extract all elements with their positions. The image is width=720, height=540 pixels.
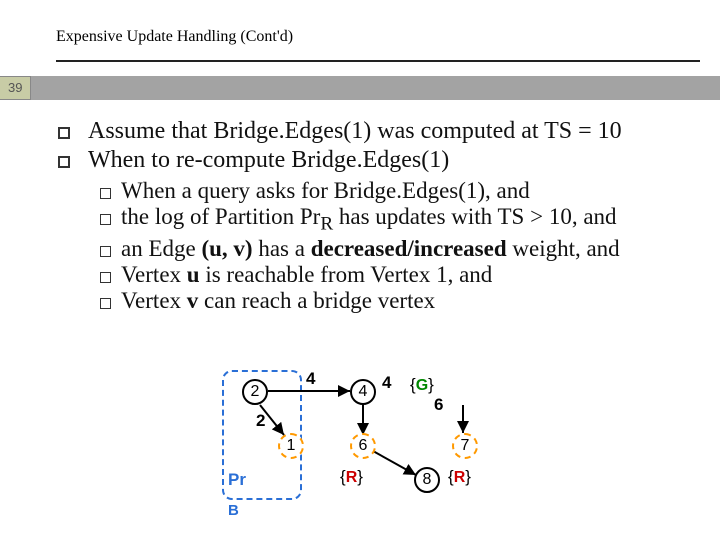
sub-bullet-text: an Edge (u, v) has a decreased/increased…: [121, 236, 620, 262]
sub-bullet-icon: [100, 298, 111, 309]
edge-arrow: [230, 375, 530, 535]
edge-weight: 4: [382, 373, 391, 393]
sub-bullet-point: Vertex u is reachable from Vertex 1, and: [100, 262, 680, 288]
tag-group: {R}: [448, 467, 471, 487]
sub-bullet-point: the log of Partition PrR has updates wit…: [100, 204, 680, 236]
sub-bullet-icon: [100, 272, 111, 283]
sub-bullet-text: When a query asks for Bridge.Edges(1), a…: [121, 178, 530, 204]
partition-label: Pr: [228, 470, 246, 490]
sub-bullet-point: When a query asks for Bridge.Edges(1), a…: [100, 178, 680, 204]
graph-node: 8: [414, 467, 440, 493]
sub-bullet-text: Vertex v can reach a bridge vertex: [121, 288, 435, 314]
graph-node-dashed: 7: [452, 433, 478, 459]
sub-bullet-point: an Edge (u, v) has a decreased/increased…: [100, 236, 680, 262]
sub-bullet-icon: [100, 246, 111, 257]
graph-node: 4: [350, 379, 376, 405]
sub-bullet-text: the log of Partition PrR has updates wit…: [121, 204, 617, 236]
slide-content: Assume that Bridge.Edges(1) was computed…: [0, 100, 720, 314]
edge-weight: 6: [434, 395, 443, 415]
boundary-label: B: [228, 502, 239, 519]
bullet-icon: [58, 156, 70, 168]
page-number-bar: 39: [0, 76, 720, 100]
edge-weight: 4: [306, 369, 315, 389]
page-number: 39: [0, 76, 31, 100]
sub-bullet-point: Vertex v can reach a bridge vertex: [100, 288, 680, 314]
page-title: Expensive Update Handling (Cont'd): [56, 0, 700, 62]
graph-diagram: 2 4 6 1 8 7 4 4 2 6 {G} {R} {R} Pr B: [230, 375, 530, 535]
graph-node: 2: [242, 379, 268, 405]
sub-bullet-icon: [100, 188, 111, 199]
graph-node-dashed: 6: [350, 433, 376, 459]
sub-bullet-text: Vertex u is reachable from Vertex 1, and: [121, 262, 492, 288]
tag-group: {R}: [340, 467, 363, 487]
bullet-text: When to re-compute Bridge.Edges(1): [88, 147, 449, 174]
edge-weight: 2: [256, 411, 265, 431]
bullet-text: Assume that Bridge.Edges(1) was computed…: [88, 118, 622, 145]
bullet-point: Assume that Bridge.Edges(1) was computed…: [58, 118, 680, 145]
bullet-point: When to re-compute Bridge.Edges(1): [58, 147, 680, 174]
tag-group: {G}: [410, 375, 434, 395]
graph-node-dashed: 1: [278, 433, 304, 459]
sub-bullet-icon: [100, 214, 111, 225]
bullet-icon: [58, 127, 70, 139]
